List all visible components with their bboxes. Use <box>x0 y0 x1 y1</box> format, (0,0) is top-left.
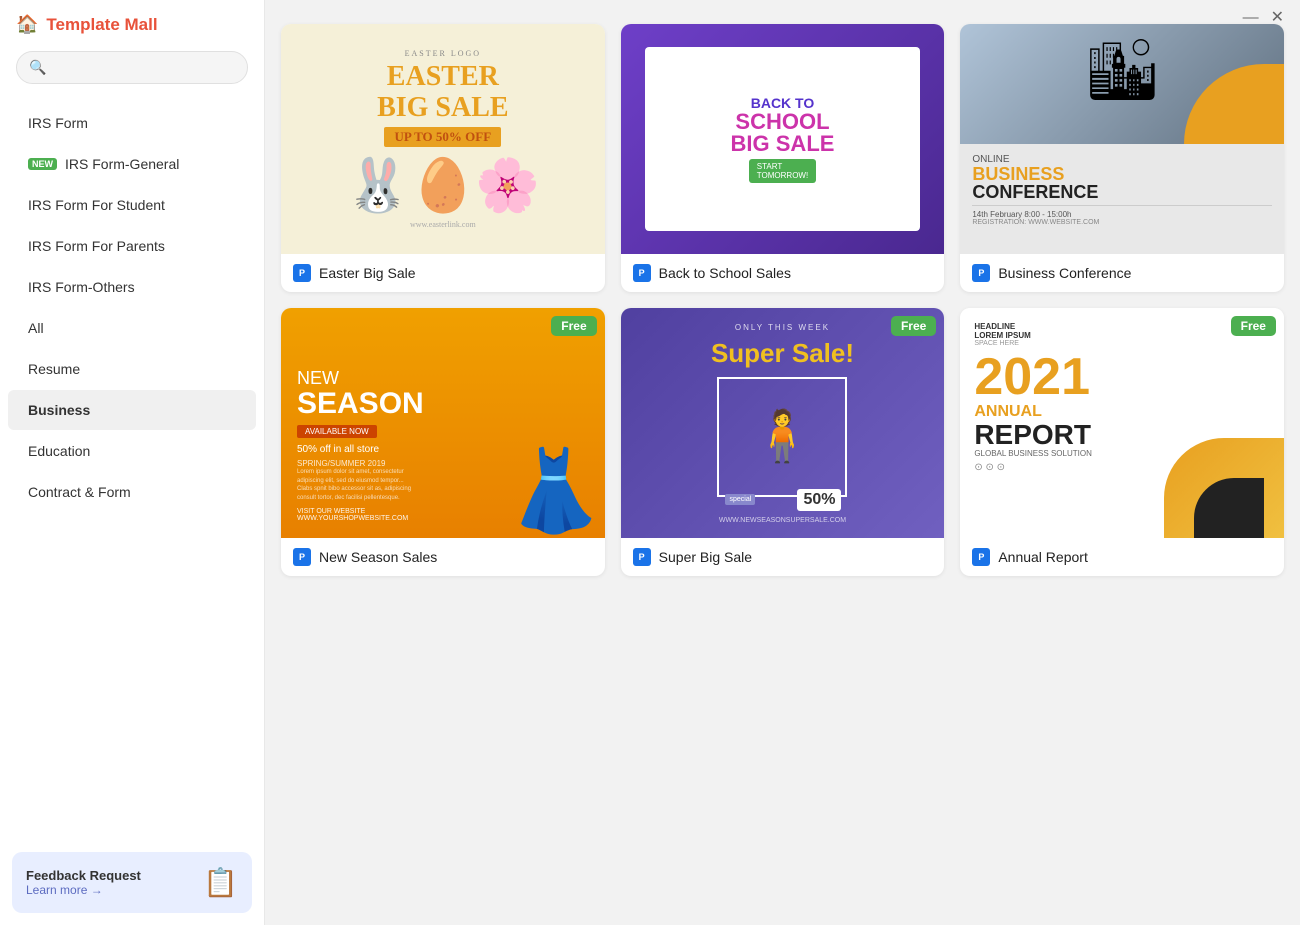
nav-item-label: Business <box>28 402 90 418</box>
sidebar: 🏠 Template Mall 🔍 IRS Form NEW IRS Form-Ge… <box>0 0 265 925</box>
free-badge: Free <box>891 316 936 336</box>
template-label: P Super Big Sale <box>621 538 945 576</box>
thumb-easter: EASTER LOGO EASTERBIG SALE UP TO 50% OFF… <box>281 24 605 254</box>
template-name: Annual Report <box>998 549 1088 565</box>
free-badge: Free <box>1231 316 1276 336</box>
search-icon: 🔍 <box>29 59 46 76</box>
template-card-annual-report[interactable]: Free HEADLINE LOREM IPSUM SPACE HERE 202… <box>960 308 1284 576</box>
sidebar-item-irs-form-student[interactable]: IRS Form For Student <box>8 185 256 225</box>
sidebar-item-contract-form[interactable]: Contract & Form <box>8 472 256 512</box>
template-label: P Business Conference <box>960 254 1284 292</box>
feedback-box: Feedback Request Learn more → 📋 <box>12 852 252 913</box>
new-badge: NEW <box>28 158 57 170</box>
ppt-icon: P <box>293 548 311 566</box>
template-name: Super Big Sale <box>659 549 752 565</box>
thumb-super: Free ONLY THIS WEEK Super Sale! 🧍 specia… <box>621 308 945 538</box>
sidebar-item-all[interactable]: All <box>8 308 256 348</box>
ppt-icon: P <box>972 548 990 566</box>
sidebar-item-irs-form-parents[interactable]: IRS Form For Parents <box>8 226 256 266</box>
search-input[interactable] <box>54 60 235 75</box>
template-label: P New Season Sales <box>281 538 605 576</box>
template-name: Business Conference <box>998 265 1131 281</box>
app-header: 🏠 Template Mall <box>0 0 264 45</box>
template-label: P Back to School Sales <box>621 254 945 292</box>
nav-list: IRS Form NEW IRS Form-General IRS Form For … <box>0 98 264 840</box>
template-card-super-big-sale[interactable]: Free ONLY THIS WEEK Super Sale! 🧍 specia… <box>621 308 945 576</box>
nav-item-label: All <box>28 320 44 336</box>
sidebar-item-irs-form-general[interactable]: NEW IRS Form-General <box>8 144 256 184</box>
template-label: P Easter Big Sale <box>281 254 605 292</box>
ppt-icon: P <box>633 264 651 282</box>
template-card-new-season-sales[interactable]: Free 👗 NEW SEASON AVAILABLE NOW 50% off … <box>281 308 605 576</box>
template-label: P Annual Report <box>960 538 1284 576</box>
feedback-icon: 📋 <box>203 866 238 899</box>
sidebar-item-irs-form-others[interactable]: IRS Form-Others <box>8 267 256 307</box>
minimize-button[interactable]: — <box>1243 10 1259 26</box>
nav-item-label: Education <box>28 443 90 459</box>
ppt-icon: P <box>972 264 990 282</box>
template-name: Back to School Sales <box>659 265 791 281</box>
thumb-conf: ONLINE BUSINESS CONFERENCE 14th February… <box>960 24 1284 254</box>
sidebar-item-business[interactable]: Business <box>8 390 256 430</box>
nav-item-label: IRS Form <box>28 115 88 131</box>
template-name: New Season Sales <box>319 549 437 565</box>
nav-item-label: IRS Form-General <box>65 156 179 172</box>
template-card-business-conference[interactable]: ONLINE BUSINESS CONFERENCE 14th February… <box>960 24 1284 292</box>
app-title: Template Mall <box>46 15 157 35</box>
nav-item-label: IRS Form For Student <box>28 197 165 213</box>
feedback-link[interactable]: Learn more → <box>26 883 193 897</box>
template-card-easter-big-sale[interactable]: EASTER LOGO EASTERBIG SALE UP TO 50% OFF… <box>281 24 605 292</box>
template-name: Easter Big Sale <box>319 265 416 281</box>
nav-item-label: Contract & Form <box>28 484 131 500</box>
window-controls: — ✕ <box>1243 10 1284 26</box>
template-card-back-to-school[interactable]: BACK TO SCHOOLBIG SALE STARTTOMORROW! P … <box>621 24 945 292</box>
close-button[interactable]: ✕ <box>1271 10 1284 26</box>
nav-item-label: IRS Form For Parents <box>28 238 165 254</box>
home-icon: 🏠 <box>16 14 38 35</box>
search-bar[interactable]: 🔍 <box>16 51 248 84</box>
sidebar-item-education[interactable]: Education <box>8 431 256 471</box>
templates-grid: EASTER LOGO EASTERBIG SALE UP TO 50% OFF… <box>281 24 1284 576</box>
feedback-title: Feedback Request <box>26 868 193 883</box>
ppt-icon: P <box>633 548 651 566</box>
thumb-school: BACK TO SCHOOLBIG SALE STARTTOMORROW! <box>621 24 945 254</box>
main-content: — ✕ EASTER LOGO EASTERBIG SALE UP TO 50%… <box>265 0 1300 925</box>
sidebar-item-irs-form[interactable]: IRS Form <box>8 103 256 143</box>
nav-item-label: IRS Form-Others <box>28 279 135 295</box>
nav-item-label: Resume <box>28 361 80 377</box>
sidebar-item-resume[interactable]: Resume <box>8 349 256 389</box>
thumb-season: Free 👗 NEW SEASON AVAILABLE NOW 50% off … <box>281 308 605 538</box>
thumb-annual: Free HEADLINE LOREM IPSUM SPACE HERE 202… <box>960 308 1284 538</box>
ppt-icon: P <box>293 264 311 282</box>
